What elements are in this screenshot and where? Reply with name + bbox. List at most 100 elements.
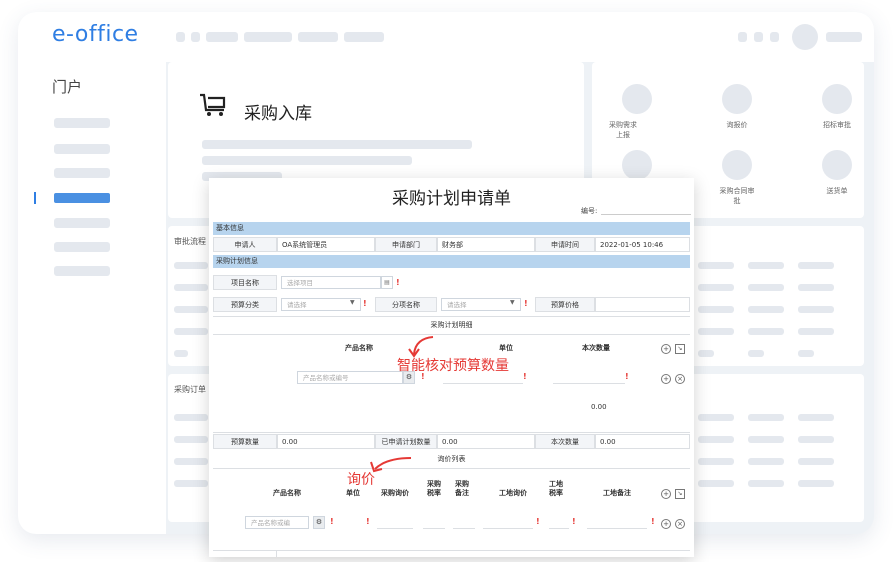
inq-site-tax-line[interactable] [549, 528, 569, 529]
quick-link-icon[interactable] [622, 150, 652, 180]
inq-col-unit: 单位 [346, 489, 360, 497]
row-placeholder [798, 306, 834, 313]
divider [213, 432, 690, 433]
col-unit: 单位 [499, 344, 513, 352]
row-placeholder [174, 436, 208, 443]
toolbar-placeholder [754, 32, 763, 42]
quick-link-icon[interactable] [622, 84, 652, 114]
row-placeholder [748, 480, 784, 487]
this-qty-value: 0.00 [595, 434, 690, 449]
inq-col-site-note: 工地备注 [603, 489, 631, 497]
row-placeholder [174, 458, 208, 465]
required-mark: ! [572, 517, 576, 526]
qty-input-line[interactable] [553, 383, 625, 384]
app-logo: e-office [52, 22, 139, 47]
row-placeholder [698, 350, 714, 357]
close-icon[interactable]: × [675, 374, 685, 384]
row-placeholder [698, 306, 734, 313]
close-icon[interactable]: × [675, 519, 685, 529]
quick-link-label[interactable]: 采购需求上报 [607, 120, 639, 140]
form-number-field[interactable] [601, 214, 691, 215]
sidebar-item[interactable] [54, 266, 110, 276]
chevron-down-icon: ▼ [510, 299, 515, 306]
sidebar-item[interactable] [54, 168, 110, 178]
add-icon[interactable]: + [661, 489, 671, 499]
project-picker-icon[interactable]: ▤ [381, 276, 393, 289]
row-placeholder [798, 350, 814, 357]
row-placeholder [698, 414, 734, 421]
time-label: 申请时间 [535, 237, 595, 252]
quick-link-icon[interactable] [822, 150, 852, 180]
row-placeholder [748, 436, 784, 443]
budget-cat-select[interactable]: 请选择 [281, 298, 361, 311]
inq-col-site-tax: 工地税率 [549, 480, 563, 497]
sidebar [18, 62, 166, 534]
planned-qty-label: 已申请计划数量 [375, 434, 437, 449]
applicant-label: 申请人 [213, 237, 277, 252]
sidebar-title: 门户 [52, 78, 83, 96]
sidebar-item[interactable] [54, 118, 110, 128]
required-mark: ! [536, 517, 540, 526]
export-icon[interactable]: ↘ [675, 489, 685, 499]
row-placeholder [174, 284, 208, 291]
unit-input-line[interactable] [443, 383, 523, 384]
quick-link-label[interactable]: 采购合同审批 [717, 186, 757, 206]
inq-note-line[interactable] [453, 528, 475, 529]
quick-link-label[interactable]: 送货单 [807, 186, 867, 196]
row-placeholder [798, 436, 834, 443]
row-placeholder [748, 414, 784, 421]
qty-total: 0.00 [591, 403, 607, 411]
budget-qty-label: 预算数量 [213, 434, 277, 449]
export-icon[interactable]: ↘ [675, 344, 685, 354]
inq-product-input[interactable]: 产品名称或编 [245, 516, 309, 529]
row-placeholder [174, 306, 208, 313]
budget-price-value[interactable] [595, 297, 690, 312]
plan-detail-title: 采购计划明细 [430, 321, 473, 329]
add-icon[interactable]: + [661, 519, 671, 529]
divider [213, 316, 690, 317]
inq-site-note-line[interactable] [587, 528, 647, 529]
add-icon[interactable]: + [661, 344, 671, 354]
nav-placeholder [298, 32, 338, 42]
quick-link-icon[interactable] [822, 84, 852, 114]
sub-select[interactable]: 请选择 [441, 298, 521, 311]
row-placeholder [698, 480, 734, 487]
inq-col-product: 产品名称 [273, 489, 301, 497]
row-placeholder [698, 284, 734, 291]
inq-site-price-line[interactable] [483, 528, 533, 529]
add-icon[interactable]: + [661, 374, 671, 384]
avatar[interactable] [792, 24, 818, 50]
sidebar-item[interactable] [54, 144, 110, 154]
row-placeholder [748, 284, 784, 291]
nav-placeholder [176, 32, 185, 42]
sidebar-item-active[interactable] [54, 193, 110, 203]
project-input[interactable]: 选择项目 [281, 276, 381, 289]
sidebar-item[interactable] [54, 242, 110, 252]
quick-link-label[interactable]: 询报价 [707, 120, 767, 130]
sidebar-item[interactable] [54, 218, 110, 228]
settings-icon[interactable]: ⚙ [313, 516, 325, 529]
row-placeholder [748, 306, 784, 313]
top-bar: e-office [18, 12, 874, 62]
inq-price-line[interactable] [377, 528, 413, 529]
required-mark: ! [363, 299, 367, 308]
divider [213, 468, 690, 469]
inq-tax-line[interactable] [423, 528, 445, 529]
nav-placeholder [191, 32, 200, 42]
product-input[interactable]: 产品名称或编号 [297, 371, 403, 384]
orders-title: 采购订单 [174, 385, 206, 394]
time-value: 2022-01-05 10:46 [595, 237, 690, 252]
module-title: 采购入库 [244, 104, 312, 124]
text-placeholder [202, 140, 472, 149]
divider [213, 334, 690, 335]
toolbar-placeholder [770, 32, 779, 42]
row-placeholder [798, 480, 834, 487]
required-mark: ! [396, 278, 400, 287]
annotation-inquiry: 询价 [347, 472, 375, 488]
quick-link-icon[interactable] [722, 84, 752, 114]
quick-link-icon[interactable] [722, 150, 752, 180]
nav-placeholder [344, 32, 384, 42]
row-placeholder [174, 480, 208, 487]
budget-cat-label: 预算分类 [213, 297, 277, 312]
quick-link-label[interactable]: 招标审批 [807, 120, 867, 130]
